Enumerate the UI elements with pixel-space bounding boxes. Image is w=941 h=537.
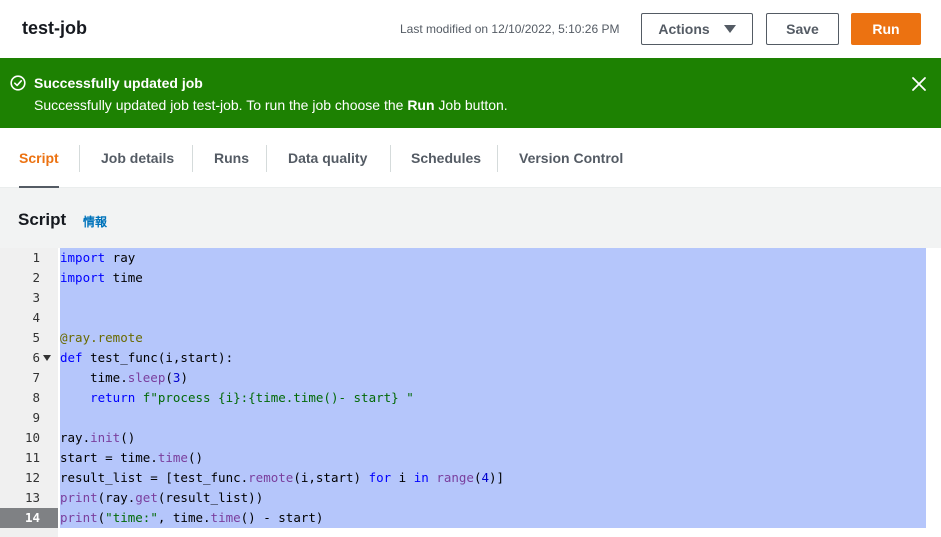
selection-highlight bbox=[60, 268, 926, 288]
banner-message-prefix: Successfully updated job test-job. To ru… bbox=[34, 97, 408, 113]
caret-down-icon bbox=[723, 25, 736, 33]
selection-highlight bbox=[60, 408, 926, 428]
selection-highlight bbox=[60, 308, 926, 328]
code-text: result_list = [test_func.remote(i,start)… bbox=[60, 470, 505, 485]
tab-bar: Script Job details Runs Data quality Sch… bbox=[0, 128, 941, 189]
code-line[interactable]: 6 def test_func(i,start): bbox=[0, 348, 941, 368]
code-editor[interactable]: 1 import ray 2 import time 3 4 5 @ray.re… bbox=[0, 248, 941, 537]
job-title: test-job bbox=[22, 18, 87, 38]
code-line[interactable]: 10 ray.init() bbox=[0, 428, 941, 448]
tab-divider bbox=[390, 145, 391, 172]
script-section: Script 情報 1 import ray 2 import time 3 4… bbox=[0, 188, 941, 537]
tab-divider bbox=[192, 145, 193, 172]
line-number: 5 bbox=[32, 330, 40, 345]
line-number: 14 bbox=[24, 510, 40, 525]
code-line-current[interactable]: 14 print("time:", time.time() - start) bbox=[0, 508, 941, 528]
tab-divider bbox=[79, 145, 80, 172]
code-line[interactable]: 12 result_list = [test_func.remote(i,sta… bbox=[0, 468, 941, 488]
code-text: ray.init() bbox=[60, 430, 136, 445]
code-text: print(ray.get(result_list)) bbox=[60, 490, 264, 505]
code-line[interactable]: 11 start = time.time() bbox=[0, 448, 941, 468]
actions-button[interactable]: Actions bbox=[641, 13, 753, 45]
banner-message-suffix: Job button. bbox=[434, 97, 508, 113]
line-number: 13 bbox=[24, 490, 40, 505]
code-line[interactable]: 4 bbox=[0, 308, 941, 328]
code-line[interactable]: 1 import ray bbox=[0, 248, 941, 268]
line-number: 3 bbox=[32, 290, 40, 305]
tab-divider bbox=[497, 145, 498, 172]
code-text: start = time.time() bbox=[60, 450, 204, 465]
section-title: Script bbox=[18, 210, 67, 229]
tab-script[interactable]: Script bbox=[19, 128, 59, 189]
line-number: 2 bbox=[32, 270, 40, 285]
tab-version-control[interactable]: Version Control bbox=[519, 128, 623, 188]
success-banner: Successfully updated job Successfully up… bbox=[0, 58, 941, 128]
tab-data-quality[interactable]: Data quality bbox=[288, 128, 367, 188]
line-number: 6 bbox=[32, 350, 40, 365]
code-text: import time bbox=[60, 270, 143, 285]
selection-highlight bbox=[60, 368, 926, 388]
line-number: 8 bbox=[32, 390, 40, 405]
code-text: print("time:", time.time() - start) bbox=[60, 510, 324, 525]
code-line[interactable]: 7 time.sleep(3) bbox=[0, 368, 941, 388]
line-number: 11 bbox=[24, 450, 40, 465]
code-text: time.sleep(3) bbox=[60, 370, 188, 385]
line-number: 4 bbox=[32, 310, 40, 325]
tab-runs[interactable]: Runs bbox=[214, 128, 249, 188]
line-number: 9 bbox=[32, 410, 40, 425]
selection-highlight bbox=[60, 428, 926, 448]
banner-message: Successfully updated job test-job. To ru… bbox=[34, 97, 508, 113]
success-check-icon bbox=[10, 75, 26, 91]
fold-arrow-icon[interactable] bbox=[43, 355, 51, 361]
page-header: test-job Last modified on 12/10/2022, 5:… bbox=[0, 0, 941, 58]
save-button[interactable]: Save bbox=[766, 13, 839, 45]
run-button[interactable]: Run bbox=[851, 13, 921, 45]
selection-highlight bbox=[60, 328, 926, 348]
banner-title: Successfully updated job bbox=[34, 75, 203, 91]
code-text: def test_func(i,start): bbox=[60, 350, 234, 365]
code-text: return f"process {i}:{time.time()- start… bbox=[90, 390, 414, 405]
close-icon[interactable] bbox=[910, 75, 928, 93]
info-link[interactable]: 情報 bbox=[83, 213, 107, 230]
last-modified-text: Last modified on 12/10/2022, 5:10:26 PM bbox=[400, 22, 620, 36]
line-number: 10 bbox=[24, 430, 40, 445]
tab-job-details[interactable]: Job details bbox=[101, 128, 174, 188]
code-text: @ray.remote bbox=[60, 330, 143, 345]
code-line[interactable]: 2 import time bbox=[0, 268, 941, 288]
code-line[interactable]: 9 bbox=[0, 408, 941, 428]
banner-message-bold: Run bbox=[407, 97, 435, 113]
selection-highlight bbox=[60, 248, 926, 268]
code-line[interactable]: 13 print(ray.get(result_list)) bbox=[0, 488, 941, 508]
tab-divider bbox=[266, 145, 267, 172]
actions-button-label: Actions bbox=[658, 21, 710, 37]
code-line[interactable]: 5 @ray.remote bbox=[0, 328, 941, 348]
code-line[interactable]: 3 bbox=[0, 288, 941, 308]
line-number: 7 bbox=[32, 370, 40, 385]
code-text: import ray bbox=[60, 250, 136, 265]
tab-schedules[interactable]: Schedules bbox=[411, 128, 481, 188]
line-number: 1 bbox=[32, 250, 40, 265]
selection-highlight bbox=[60, 288, 926, 308]
code-line[interactable]: 8 return f"process {i}:{time.time()- sta… bbox=[0, 388, 941, 408]
line-number: 12 bbox=[24, 470, 40, 485]
